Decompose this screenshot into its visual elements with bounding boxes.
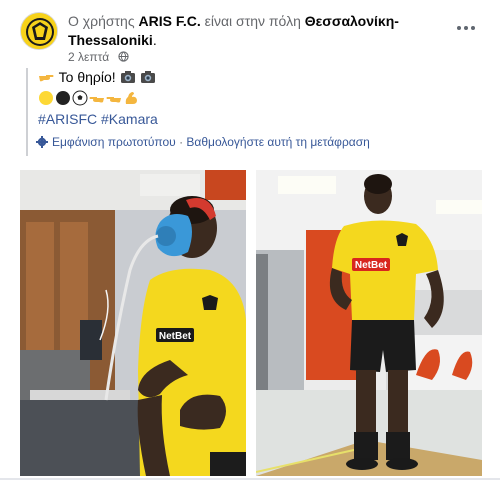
photo-player-standing[interactable]: NetBet [256,170,482,476]
hashtag-kamara-link[interactable]: #Kamara [101,111,158,127]
pointing-left-hand-icon [89,97,104,103]
post-timestamp[interactable]: 2 λεπτά [68,49,129,65]
header-middle: είναι στην πόλη [200,13,305,29]
camera-flash-icon [120,71,135,83]
show-original-link[interactable]: Εμφάνιση πρωτοτύπου [52,135,176,149]
pointing-right-hand-icon [39,75,54,82]
black-circle-icon [56,91,70,105]
camera-flash-icon [141,71,156,83]
post-header: Ο χρήστης ARIS F.C. είναι στην πόλη Θεσσ… [68,12,423,50]
flexed-biceps-icon [125,92,137,104]
more-dot [471,26,475,30]
timestamp-text[interactable]: 2 λεπτά [68,50,109,64]
soccer-ball-icon [72,90,88,106]
left-shirt-sponsor: NetBet [159,331,192,342]
more-horizontal-icon [457,26,461,30]
header-suffix: . [152,32,157,48]
photo-lab-test[interactable]: NetBet [20,170,246,476]
rate-translation-link[interactable]: Βαθμολογήστε αυτή τη μετάφραση [186,135,369,149]
hashtag-arisfc-link[interactable]: #ARISFC [38,111,97,127]
facebook-post: Ο χρήστης ARIS F.C. είναι στην πόλη Θεσσ… [0,0,500,480]
hashtags: #ARISFC #Kamara [38,110,446,129]
page-avatar[interactable] [20,12,58,50]
header-prefix: Ο χρήστης [68,13,139,29]
translation-bar: Εμφάνιση πρωτοτύπου · Βαθμολογήστε αυτή … [36,134,370,150]
post-line-1-text: Το θηρίο! [55,69,120,85]
yellow-circle-icon [39,91,53,105]
author-link[interactable]: ARIS F.C. [138,13,200,29]
more-dot [464,26,468,30]
right-shirt-sponsor: NetBet [355,260,388,271]
gear-icon [36,136,48,148]
post-line-1: Το θηρίο! [38,68,446,87]
more-options-button[interactable] [454,18,478,38]
post-line-2 [38,89,446,108]
pointing-left-hand-icon [106,97,121,103]
translation-separator: · [175,135,187,149]
globe-icon [117,51,129,62]
